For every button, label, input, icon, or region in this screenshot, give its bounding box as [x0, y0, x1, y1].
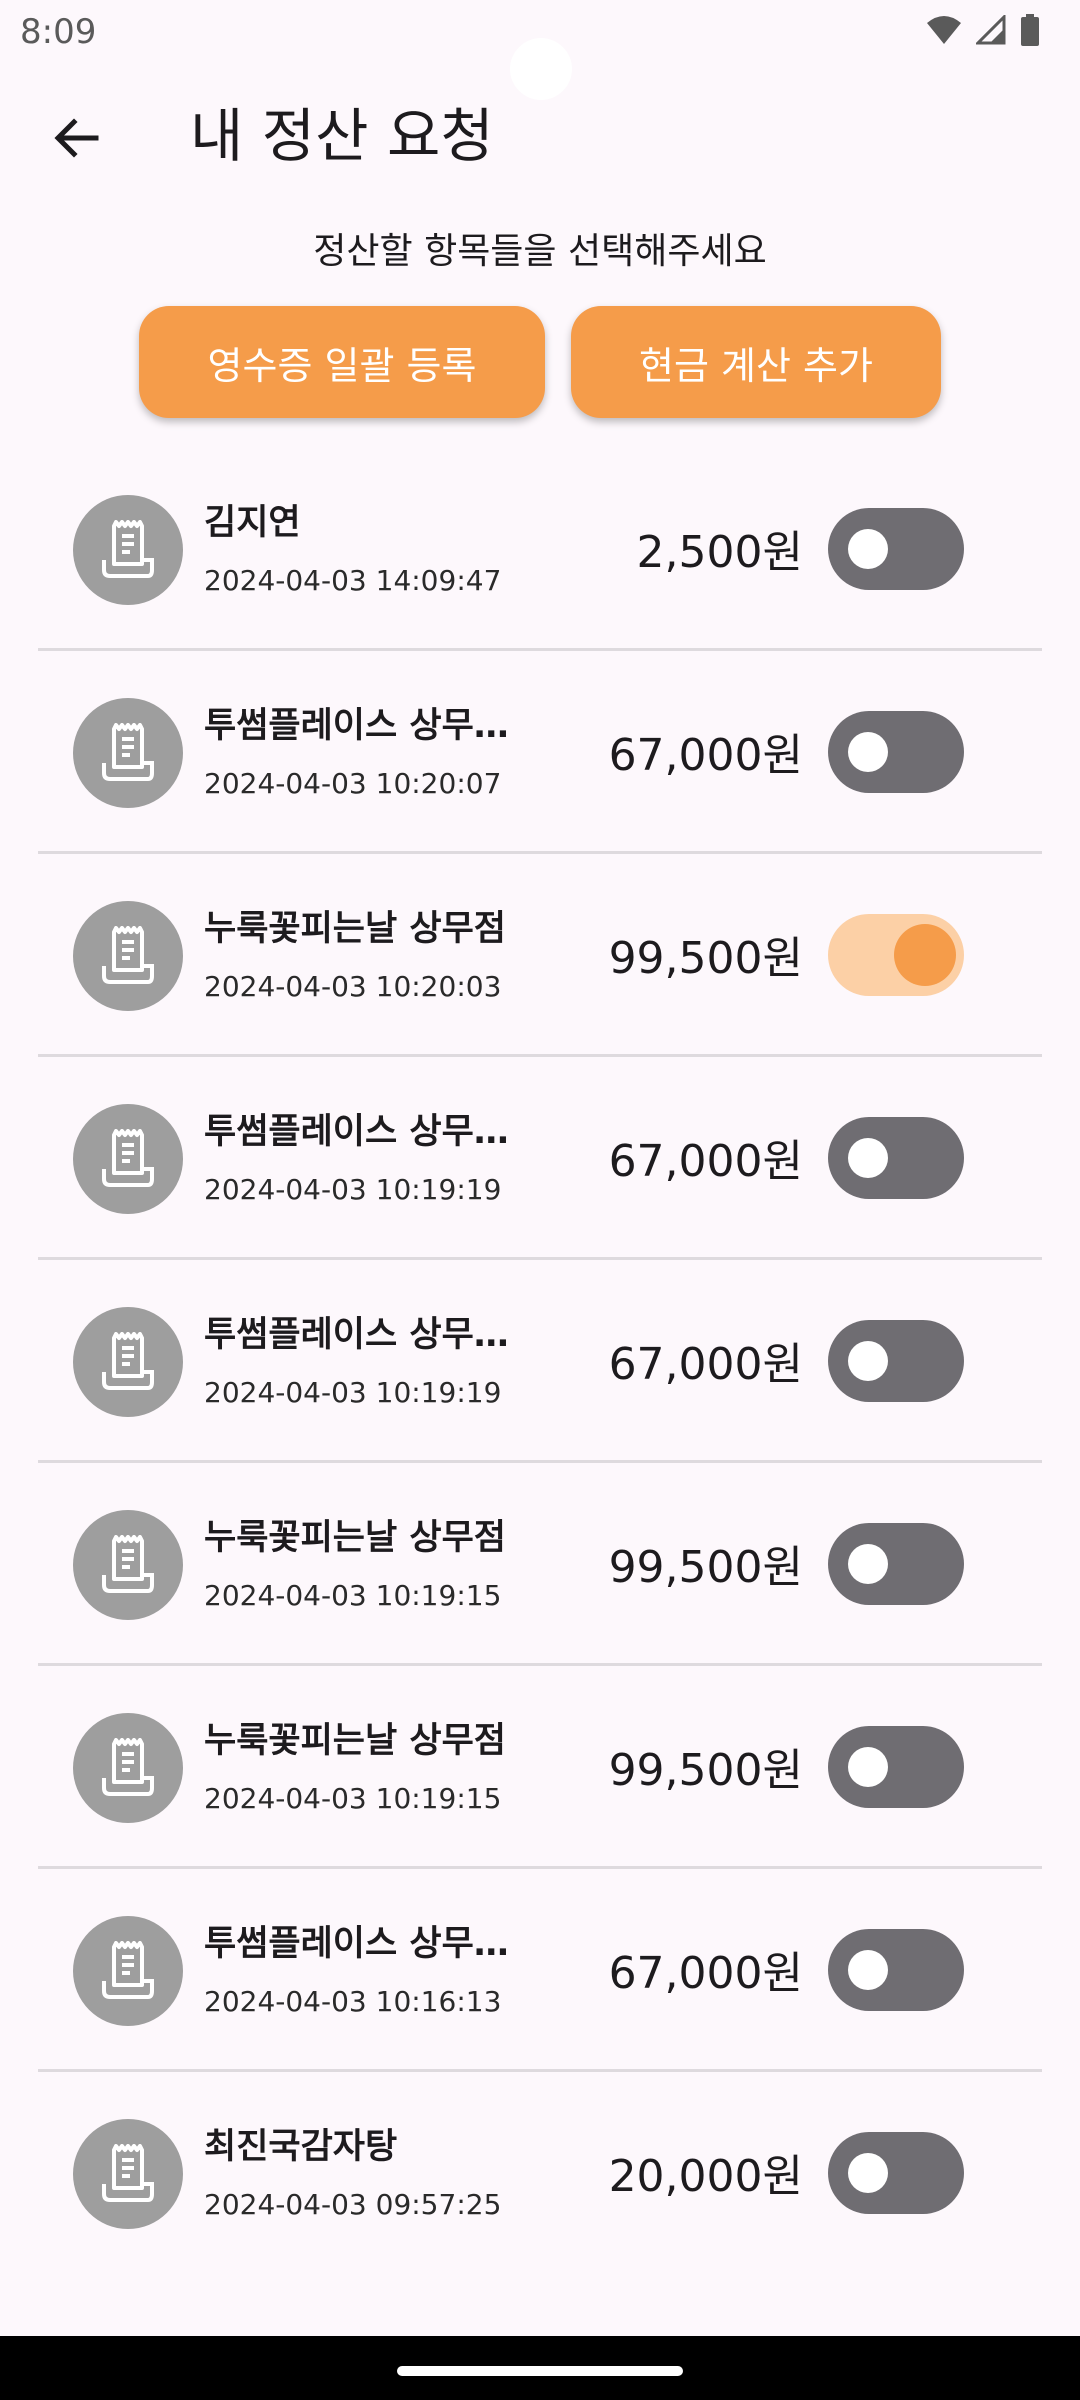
toggle-knob [848, 1950, 888, 1990]
instruction-text: 정산할 항목들을 선택해주세요 [313, 231, 767, 272]
receipt-avatar [73, 1104, 183, 1214]
select-toggle[interactable] [828, 1726, 964, 1808]
amount: 99,500원 [608, 1542, 803, 1593]
list-item: 최진국감자탕 2024-04-03 09:57:25 20,000원 [0, 2072, 1080, 2275]
merchant-name: 투썸플레이스 상무… [204, 706, 509, 746]
bulk-receipt-register-button[interactable]: 영수증 일괄 등록 [139, 306, 545, 418]
transaction-datetime: 2024-04-03 10:20:07 [204, 767, 502, 800]
receipt-icon [102, 1738, 154, 1796]
select-toggle[interactable] [828, 1523, 964, 1605]
transaction-datetime: 2024-04-03 10:20:03 [204, 970, 502, 1003]
transaction-datetime: 2024-04-03 10:19:19 [204, 1173, 502, 1206]
list-item: 투썸플레이스 상무… 2024-04-03 10:19:19 67,000원 [0, 1260, 1080, 1463]
receipt-icon [102, 1535, 154, 1593]
toggle-knob [848, 732, 888, 772]
toggle-knob [848, 1544, 888, 1584]
toggle-knob [848, 1747, 888, 1787]
merchant-name: 투썸플레이스 상무… [204, 1112, 509, 1152]
transaction-datetime: 2024-04-03 14:09:47 [204, 564, 502, 597]
select-toggle[interactable] [828, 914, 964, 996]
battery-icon [1021, 14, 1039, 46]
select-toggle[interactable] [828, 1117, 964, 1199]
amount: 67,000원 [608, 1136, 803, 1187]
back-button[interactable] [40, 102, 112, 174]
status-time: 8:09 [20, 12, 97, 52]
select-toggle[interactable] [828, 711, 964, 793]
list-item: 누룩꽃피는날 상무점 2024-04-03 10:20:03 99,500원 [0, 854, 1080, 1057]
list-item: 누룩꽃피는날 상무점 2024-04-03 10:19:15 99,500원 [0, 1666, 1080, 1869]
merchant-name: 투썸플레이스 상무… [204, 1924, 509, 1964]
transaction-datetime: 2024-04-03 10:19:15 [204, 1782, 502, 1815]
receipt-icon [102, 723, 154, 781]
merchant-name: 누룩꽃피는날 상무점 [204, 909, 506, 949]
receipt-avatar [73, 901, 183, 1011]
settlement-list: 김지연 2024-04-03 14:09:47 2,500원 투썸플레이스 상무… [0, 448, 1080, 2275]
transaction-datetime: 2024-04-03 10:16:13 [204, 1985, 502, 2018]
transaction-datetime: 2024-04-03 09:57:25 [204, 2188, 502, 2221]
receipt-icon [102, 1129, 154, 1187]
receipt-icon [102, 2144, 154, 2202]
receipt-avatar [73, 1713, 183, 1823]
cellular-signal-icon [976, 15, 1006, 45]
amount: 67,000원 [608, 730, 803, 781]
home-handle[interactable] [397, 2366, 683, 2376]
toggle-knob [848, 1341, 888, 1381]
select-toggle[interactable] [828, 508, 964, 590]
amount: 99,500원 [608, 933, 803, 984]
navigation-bar [0, 2336, 1080, 2400]
list-item: 투썸플레이스 상무… 2024-04-03 10:20:07 67,000원 [0, 651, 1080, 854]
merchant-name: 투썸플레이스 상무… [204, 1315, 509, 1355]
list-item: 김지연 2024-04-03 14:09:47 2,500원 [0, 448, 1080, 651]
amount: 67,000원 [608, 1339, 803, 1390]
receipt-icon [102, 1941, 154, 1999]
app-bar: 내 정산 요청 [0, 90, 1080, 186]
receipt-avatar [73, 2119, 183, 2229]
merchant-name: 김지연 [204, 503, 301, 543]
page-title: 내 정산 요청 [190, 102, 494, 170]
toggle-knob [848, 2153, 888, 2193]
receipt-avatar [73, 1510, 183, 1620]
merchant-name: 누룩꽃피는날 상무점 [204, 1721, 506, 1761]
merchant-name: 최진국감자탕 [204, 2127, 398, 2167]
arrow-back-icon [54, 118, 99, 158]
toggle-knob [894, 924, 956, 986]
select-toggle[interactable] [828, 1320, 964, 1402]
transaction-datetime: 2024-04-03 10:19:19 [204, 1376, 502, 1409]
merchant-name: 누룩꽃피는날 상무점 [204, 1518, 506, 1558]
toggle-knob [848, 1138, 888, 1178]
receipt-icon [102, 520, 154, 578]
select-toggle[interactable] [828, 1929, 964, 2011]
add-cash-expense-button[interactable]: 현금 계산 추가 [571, 306, 941, 418]
receipt-avatar [73, 698, 183, 808]
amount: 20,000원 [608, 2151, 803, 2202]
status-icons [926, 14, 1040, 46]
amount: 99,500원 [608, 1745, 803, 1796]
receipt-avatar [73, 495, 183, 605]
transaction-datetime: 2024-04-03 10:19:15 [204, 1579, 502, 1612]
list-item: 투썸플레이스 상무… 2024-04-03 10:19:19 67,000원 [0, 1057, 1080, 1260]
toggle-knob [848, 529, 888, 569]
receipt-avatar [73, 1307, 183, 1417]
receipt-icon [102, 1332, 154, 1390]
receipt-avatar [73, 1916, 183, 2026]
list-item: 누룩꽃피는날 상무점 2024-04-03 10:19:15 99,500원 [0, 1463, 1080, 1666]
receipt-icon [102, 926, 154, 984]
select-toggle[interactable] [828, 2132, 964, 2214]
amount: 2,500원 [636, 527, 803, 578]
list-item: 투썸플레이스 상무… 2024-04-03 10:16:13 67,000원 [0, 1869, 1080, 2072]
wifi-icon [927, 16, 961, 44]
amount: 67,000원 [608, 1948, 803, 1999]
